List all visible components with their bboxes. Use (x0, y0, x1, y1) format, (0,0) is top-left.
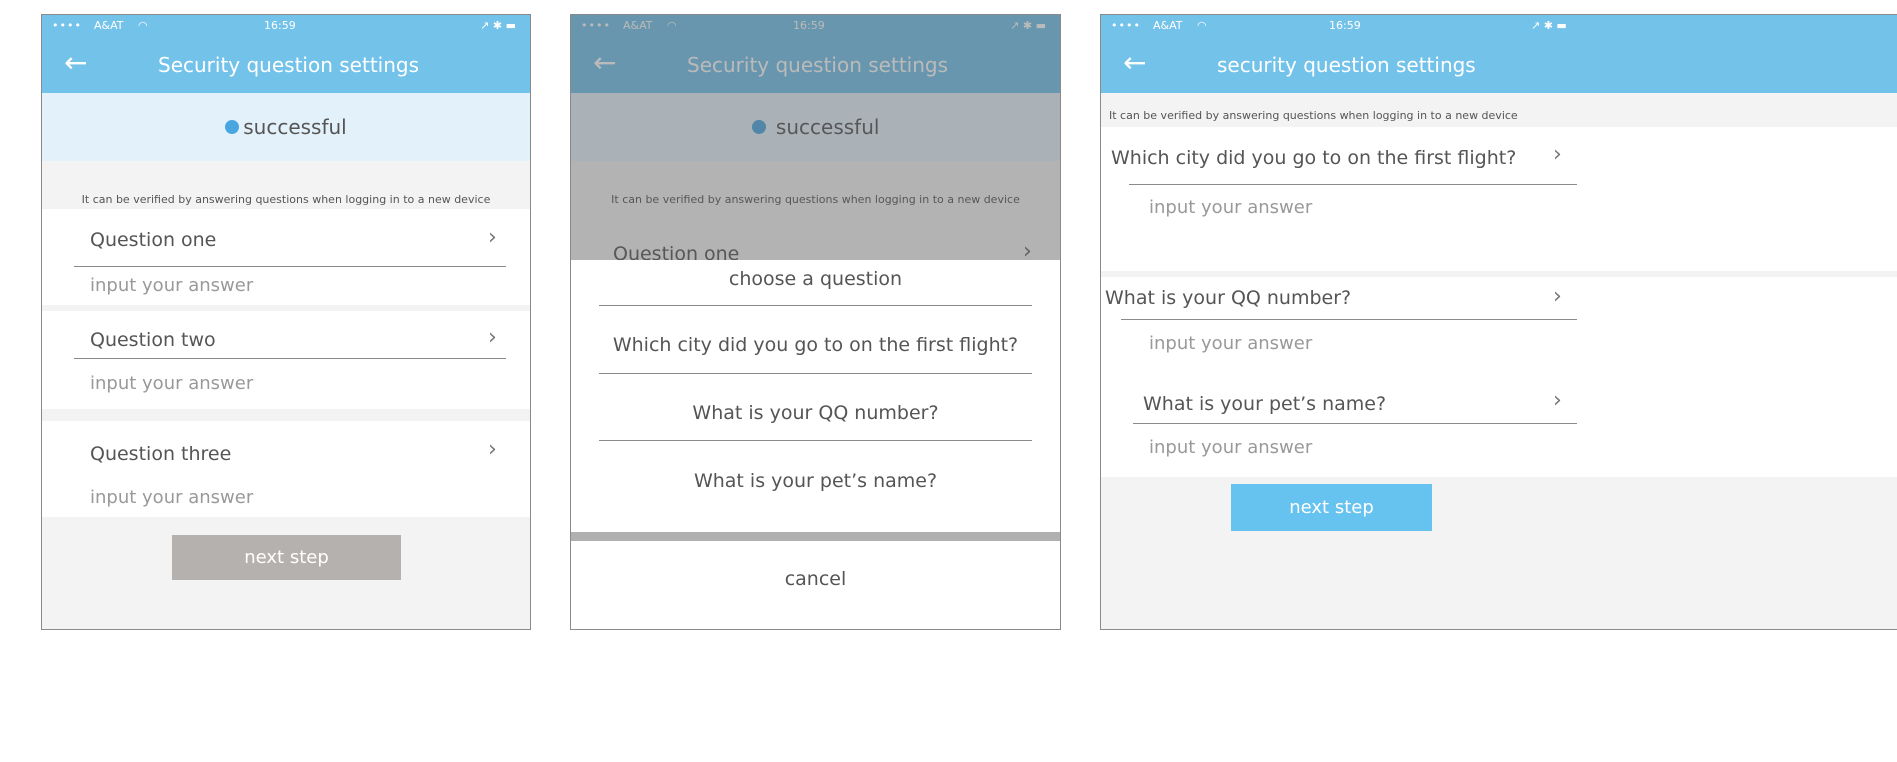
divider (599, 373, 1032, 374)
carrier-label: A&AT (94, 19, 124, 32)
divider (599, 305, 1032, 306)
success-banner: successful (42, 93, 530, 161)
question-selector[interactable]: Question one (90, 229, 216, 251)
page-title: Security question settings (158, 53, 420, 77)
hint-text: It can be verified by answering question… (1109, 109, 1518, 122)
sheet-separator (571, 532, 1060, 541)
clock: 16:59 (264, 19, 296, 32)
question-selector[interactable]: Question two (90, 329, 216, 351)
nav-bar: ← security question settings (1101, 37, 1897, 93)
hint-text: It can be verified by answering question… (81, 193, 491, 206)
picker-option[interactable]: What is your pet’s name? (571, 470, 1060, 492)
status-bar: •••• A&AT ◠ 16:59 ↗ ✱ ▬ (42, 15, 530, 37)
battery-icon: ↗ ✱ ▬ (480, 19, 516, 32)
screen-2: •••• A&AT ◠ 16:59 ↗ ✱ ▬ ← Security quest… (570, 14, 1061, 630)
divider (74, 266, 506, 267)
carrier-label: A&AT (1153, 19, 1183, 32)
picker-option[interactable]: What is your QQ number? (571, 402, 1060, 424)
divider (1129, 184, 1577, 185)
answer-input[interactable]: input your answer (90, 373, 253, 394)
next-step-button[interactable]: next step (172, 535, 401, 580)
battery-icon: ↗ ✱ ▬ (1531, 19, 1567, 32)
signal-icon: •••• (52, 19, 82, 32)
answer-input[interactable]: input your answer (1149, 197, 1312, 218)
divider (599, 440, 1032, 441)
answer-input[interactable]: input your answer (1149, 437, 1312, 458)
question-block-1: Question one › input your answer (42, 209, 530, 305)
question-block-1: Which city did you go to on the first fl… (1101, 127, 1897, 271)
clock: 16:59 (1329, 19, 1361, 32)
question-block-2: Question two › input your answer (42, 311, 530, 409)
question-block-3: What is your pet’s name? › input your an… (1101, 375, 1897, 477)
modal-overlay[interactable] (571, 15, 1060, 260)
chevron-right-icon[interactable]: › (1553, 388, 1562, 413)
answer-input[interactable]: input your answer (1149, 333, 1312, 354)
chevron-right-icon[interactable]: › (1553, 142, 1562, 167)
chevron-right-icon[interactable]: › (488, 225, 497, 250)
divider (1121, 319, 1577, 320)
next-step-button[interactable]: next step (1231, 484, 1432, 531)
picker-header: choose a question (728, 268, 903, 290)
question-picker-sheet: choose a question Which city did you go … (571, 260, 1060, 538)
divider (74, 358, 506, 359)
screen-3: •••• A&AT ◠ 16:59 ↗ ✱ ▬ ← security quest… (1100, 14, 1897, 630)
answer-input[interactable]: input your answer (90, 275, 253, 296)
status-bar: •••• A&AT ◠ 16:59 ↗ ✱ ▬ (1101, 15, 1897, 37)
back-arrow-icon[interactable]: ← (64, 49, 87, 77)
wifi-icon: ◠ (1197, 19, 1207, 32)
chevron-right-icon[interactable]: › (488, 437, 497, 462)
nav-bar: ← Security question settings (42, 37, 530, 93)
question-selector[interactable]: What is your pet’s name? (1143, 393, 1386, 415)
question-selector[interactable]: What is your QQ number? (1105, 287, 1351, 309)
wifi-icon: ◠ (138, 19, 148, 32)
signal-icon: •••• (1111, 19, 1141, 32)
back-arrow-icon[interactable]: ← (1123, 49, 1146, 77)
check-circle-icon (225, 119, 240, 134)
question-block-2: What is your QQ number? › input your ans… (1101, 277, 1897, 375)
page-title: security question settings (1217, 53, 1476, 77)
chevron-right-icon[interactable]: › (488, 325, 497, 350)
chevron-right-icon[interactable]: › (1553, 284, 1562, 309)
divider (1133, 423, 1577, 424)
screen-1: •••• A&AT ◠ 16:59 ↗ ✱ ▬ ← Security quest… (41, 14, 531, 630)
question-selector[interactable]: Which city did you go to on the first fl… (1111, 147, 1516, 169)
cancel-button[interactable]: cancel (571, 541, 1060, 629)
question-block-3: Question three › input your answer (42, 421, 530, 517)
picker-option[interactable]: Which city did you go to on the first fl… (571, 334, 1060, 356)
question-selector[interactable]: Question three (90, 443, 231, 465)
answer-input[interactable]: input your answer (90, 487, 253, 508)
success-text: successful (243, 115, 347, 139)
